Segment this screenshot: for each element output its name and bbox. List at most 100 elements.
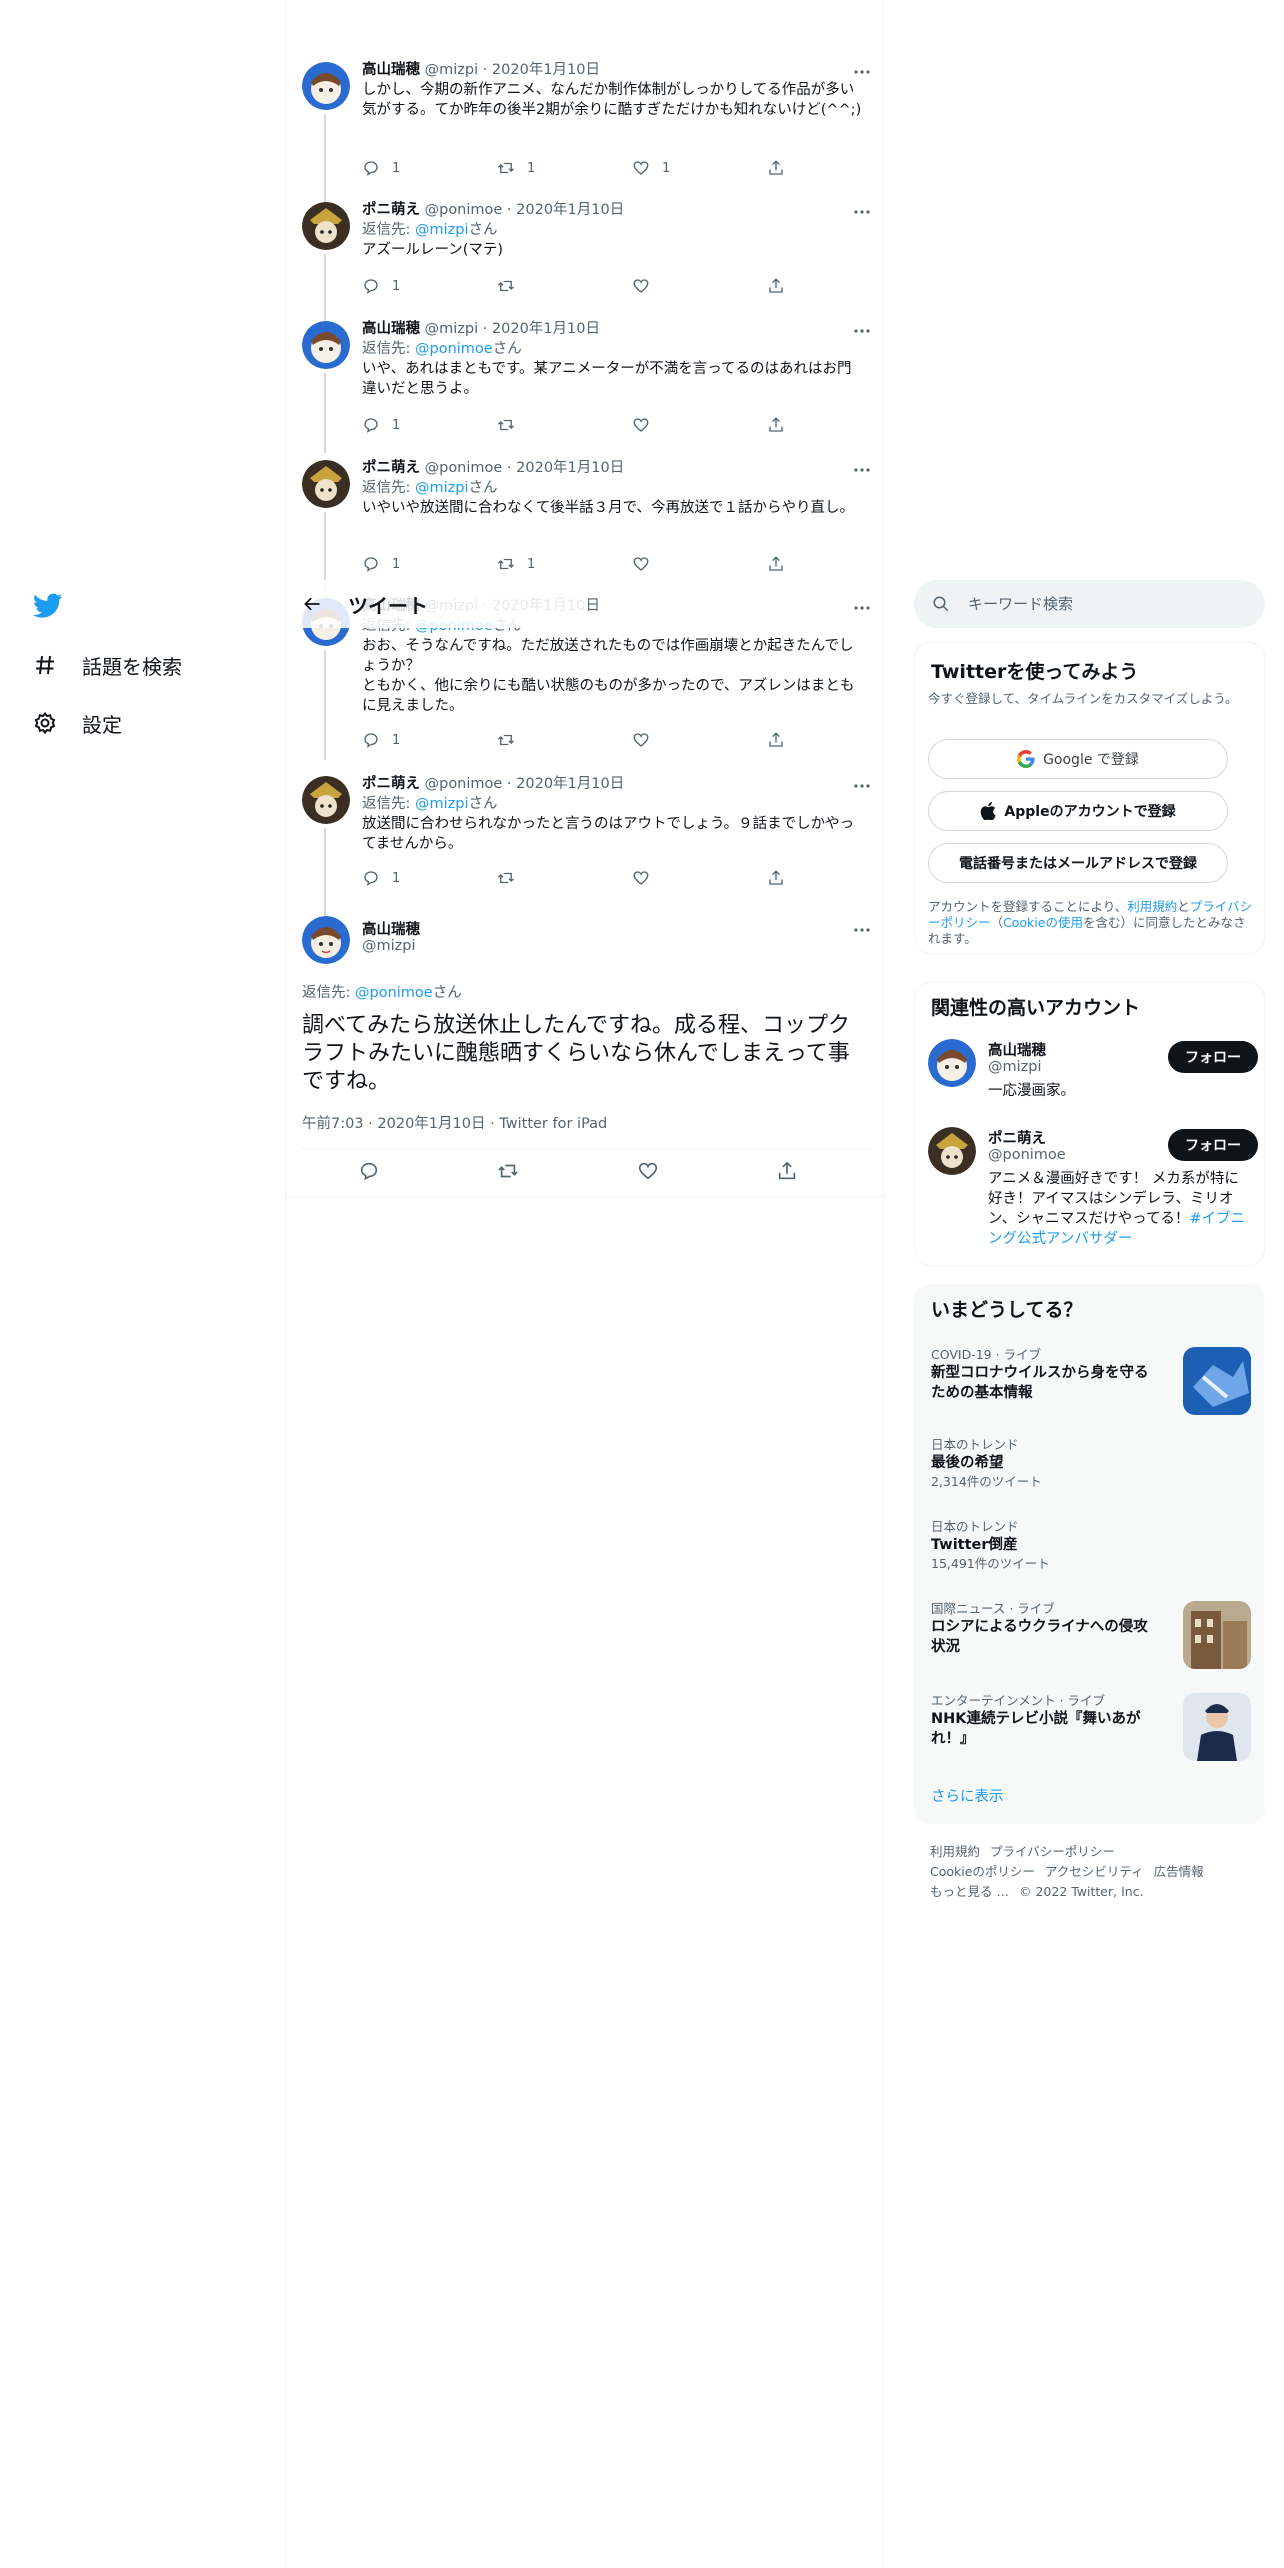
author-name[interactable]: ポニ萌え xyxy=(362,460,420,476)
more-options-icon[interactable] xyxy=(852,321,872,341)
trend-item[interactable]: 日本のトレンド Twitter倒産 15,491件のツイート xyxy=(931,1519,1251,1573)
trend-item[interactable]: 国際ニュース · ライブ ロシアによるウクライナへの侵攻状況 xyxy=(931,1601,1251,1669)
share-button[interactable] xyxy=(767,415,787,435)
show-more-link[interactable]: さらに表示 xyxy=(931,1785,1004,1806)
reply-button[interactable]: 1 xyxy=(362,554,462,574)
footer-link[interactable]: もっと見る … xyxy=(930,1884,1009,1899)
trend-item[interactable]: 日本のトレンド 最後の希望 2,314件のツイート xyxy=(931,1437,1251,1491)
more-options-icon[interactable] xyxy=(852,460,872,480)
trend-item[interactable]: エンターテインメント · ライブ NHK連続テレビ小説『舞いあがれ！』 xyxy=(931,1693,1251,1761)
tweet-body: 高山瑞穂 @mizpi · 2020年1月10日 しかし、今期の新作アニメ、なん… xyxy=(362,60,862,120)
reply-button[interactable]: 1 xyxy=(362,415,462,435)
retweet-icon[interactable] xyxy=(497,1160,519,1182)
google-signup-button[interactable]: Google で登録 xyxy=(928,739,1228,779)
share-button[interactable] xyxy=(767,158,787,178)
avatar[interactable] xyxy=(302,776,350,824)
footer-link[interactable]: 広告情報 xyxy=(1154,1864,1204,1879)
author-meta[interactable]: @mizpi · 2020年1月10日 xyxy=(425,321,600,337)
footer-link[interactable]: 利用規約 xyxy=(930,1844,980,1859)
tweet-timestamp[interactable]: 午前7:03 · 2020年1月10日 · Twitter for iPad xyxy=(302,1112,607,1133)
retweet-button[interactable]: 1 xyxy=(497,554,597,574)
avatar[interactable] xyxy=(302,62,350,110)
trend-item[interactable]: COVID-19 · ライブ 新型コロナウイルスから身を守るための基本情報 xyxy=(931,1347,1251,1415)
reply-icon xyxy=(362,869,380,887)
more-options-icon[interactable] xyxy=(852,920,872,940)
author-name[interactable]: 高山瑞穂 xyxy=(362,62,420,78)
apple-signup-button[interactable]: Appleのアカウントで登録 xyxy=(928,791,1228,831)
share-button[interactable] xyxy=(767,276,787,296)
more-options-icon[interactable] xyxy=(852,62,872,82)
share-button[interactable] xyxy=(767,554,787,574)
retweet-button[interactable] xyxy=(497,730,597,750)
retweet-button[interactable] xyxy=(497,415,597,435)
like-button[interactable] xyxy=(632,276,732,296)
footer-link[interactable]: Cookieのポリシー xyxy=(930,1864,1035,1879)
search-bar[interactable] xyxy=(914,580,1265,628)
reply-button[interactable]: 1 xyxy=(362,276,462,296)
main-column: 高山瑞穂 @mizpi · 2020年1月10日 しかし、今期の新作アニメ、なん… xyxy=(285,0,885,2568)
tweet-body: ポニ萌え @ponimoe · 2020年1月10日 返信先: @mizpiさん… xyxy=(362,458,862,518)
terms-link[interactable]: 利用規約 xyxy=(1127,899,1177,914)
retweet-button[interactable] xyxy=(497,276,597,296)
tweet-body: ポニ萌え @ponimoe · 2020年1月10日 返信先: @mizpiさん… xyxy=(362,200,862,260)
like-button[interactable] xyxy=(632,868,732,888)
author-name[interactable]: 高山瑞穂 xyxy=(362,321,420,337)
share-icon[interactable] xyxy=(776,1160,798,1182)
follow-button[interactable]: フォロー xyxy=(1168,1129,1258,1161)
avatar[interactable] xyxy=(302,460,350,508)
share-button[interactable] xyxy=(767,868,787,888)
retweet-icon xyxy=(497,416,515,434)
reply-user-link[interactable]: @mizpi xyxy=(415,222,469,238)
reply-user-link[interactable]: @mizpi xyxy=(415,796,469,812)
nav-settings[interactable]: 設定 xyxy=(30,701,122,745)
nav-explore[interactable]: 話題を検索 xyxy=(30,643,182,687)
follow-button[interactable]: フォロー xyxy=(1168,1041,1258,1073)
tweet-header: ポニ萌え @ponimoe · 2020年1月10日 xyxy=(362,774,862,794)
footer-link[interactable]: プライバシーポリシー xyxy=(990,1844,1115,1859)
footer-link[interactable]: アクセシビリティ xyxy=(1045,1864,1144,1879)
avatar[interactable] xyxy=(302,321,350,369)
author-name[interactable]: ポニ萌え xyxy=(362,202,420,218)
retweet-button[interactable] xyxy=(497,868,597,888)
reply-button[interactable]: 1 xyxy=(362,868,462,888)
like-icon[interactable] xyxy=(637,1160,659,1182)
author-meta[interactable]: @mizpi · 2020年1月10日 xyxy=(425,62,600,78)
back-arrow-icon[interactable] xyxy=(302,594,322,614)
retweet-button[interactable]: 1 xyxy=(497,158,597,178)
phone-email-signup-button[interactable]: 電話番号またはメールアドレスで登録 xyxy=(928,843,1228,883)
more-options-icon[interactable] xyxy=(852,598,872,618)
author-name[interactable]: 高山瑞穂 xyxy=(362,918,420,939)
like-button[interactable] xyxy=(632,554,732,574)
like-button[interactable] xyxy=(632,415,732,435)
like-button[interactable]: 1 xyxy=(632,158,732,178)
search-input[interactable] xyxy=(968,595,1228,613)
author-meta[interactable]: @ponimoe · 2020年1月10日 xyxy=(425,202,625,218)
account-name[interactable]: 高山瑞穂 xyxy=(988,1039,1046,1060)
reply-context: 返信先: @ponimoeさん xyxy=(302,981,462,1002)
reply-user-link[interactable]: @ponimoe xyxy=(355,985,433,1001)
avatar[interactable] xyxy=(302,202,350,250)
twitter-logo-icon[interactable] xyxy=(30,588,66,624)
more-options-icon[interactable] xyxy=(852,202,872,222)
reply-button[interactable]: 1 xyxy=(362,158,462,178)
account-name[interactable]: ポニ萌え xyxy=(988,1127,1046,1148)
avatar[interactable] xyxy=(302,916,350,964)
account-handle: @mizpi xyxy=(988,1059,1042,1075)
author-meta[interactable]: @ponimoe · 2020年1月10日 xyxy=(425,460,625,476)
author-meta[interactable]: @ponimoe · 2020年1月10日 xyxy=(425,776,625,792)
like-icon xyxy=(632,159,650,177)
author-handle[interactable]: @mizpi xyxy=(362,938,416,954)
author-name[interactable]: ポニ萌え xyxy=(362,776,420,792)
avatar[interactable] xyxy=(928,1039,976,1087)
gear-icon xyxy=(30,708,60,738)
reply-prefix: 返信先: xyxy=(302,985,355,1001)
reply-button[interactable]: 1 xyxy=(362,730,462,750)
cookie-link[interactable]: Cookieの使用 xyxy=(1003,915,1083,930)
like-button[interactable] xyxy=(632,730,732,750)
more-options-icon[interactable] xyxy=(852,776,872,796)
reply-icon[interactable] xyxy=(358,1160,380,1182)
reply-user-link[interactable]: @ponimoe xyxy=(415,341,493,357)
share-button[interactable] xyxy=(767,730,787,750)
avatar[interactable] xyxy=(928,1127,976,1175)
reply-user-link[interactable]: @mizpi xyxy=(415,480,469,496)
